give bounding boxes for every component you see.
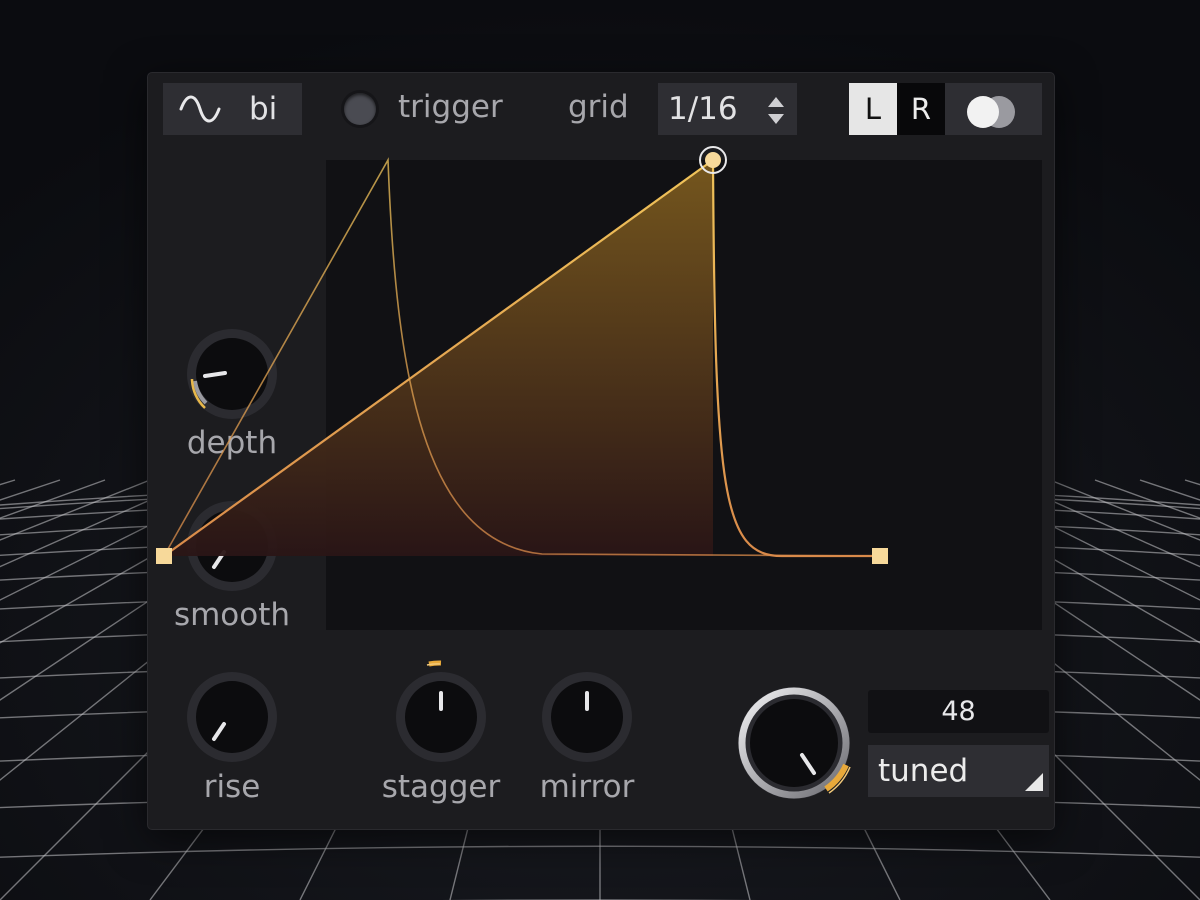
mirror-knob[interactable] (541, 671, 633, 763)
rise-knob[interactable] (186, 671, 278, 763)
mode-dropdown[interactable]: tuned (868, 745, 1049, 797)
dropdown-corner-icon (1025, 773, 1043, 791)
stagger-knob[interactable] (395, 660, 487, 763)
stagger-label: stagger (381, 769, 501, 805)
envelope-decay-line (711, 159, 879, 558)
smooth-label: smooth (173, 597, 291, 633)
envelope-curves (156, 146, 888, 564)
output-value-field[interactable]: 48 (868, 690, 1049, 733)
start-point-handle (156, 548, 172, 564)
mode-value: tuned (878, 753, 969, 789)
channel-link-toggle[interactable] (945, 83, 1042, 135)
output-knob[interactable] (736, 685, 852, 801)
rise-label: rise (203, 769, 261, 805)
end-point-handle (872, 548, 888, 564)
mirror-label: mirror (539, 769, 635, 805)
